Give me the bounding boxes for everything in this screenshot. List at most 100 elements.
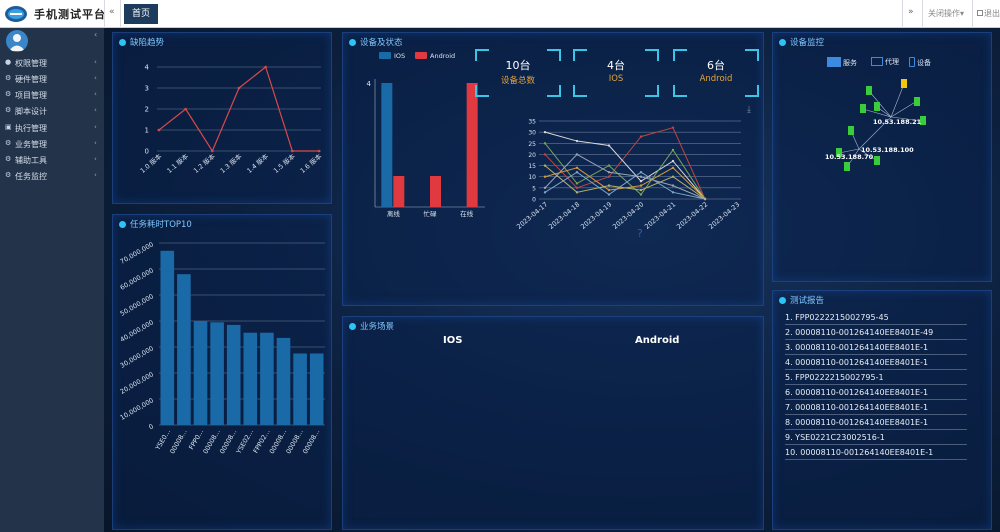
legend-proxy: 代理 [871,57,899,67]
data-point [607,184,611,187]
divider [120,0,121,28]
divider [902,0,903,28]
data-point [575,139,579,143]
data-point [671,166,675,169]
device-node[interactable] [874,156,880,165]
monitor-icon [871,57,883,66]
device-node[interactable] [866,86,872,95]
close-operations-dropdown[interactable]: 关闭操作▾ [928,8,964,19]
sidebar-item-label: 执行管理 [15,124,47,133]
y-tick-label: 5 [532,185,536,192]
stat-ios-devices: 4台 IOS [573,49,659,97]
y-tick-label: 20,000,000 [119,370,155,396]
device-node[interactable] [901,79,907,88]
x-tick-label: 1.2 版本 [191,151,217,175]
x-tick-label: 忙碌 [424,209,438,218]
data-point [543,175,547,178]
tab-next-button[interactable]: » [908,7,914,17]
stat-label: Android [699,74,733,84]
report-item[interactable]: 7. 00008110-001264140EE8401E-1 [785,401,967,415]
daily-usage-line-chart: 051015202530352023-04-172023-04-182023-0… [515,119,741,231]
sidebar-item-hardware[interactable]: ⚙ 硬件管理 ‹ [0,71,104,87]
sidebar-item-scripts[interactable]: ⚙ 脚本设计 ‹ [0,103,104,119]
bar [430,176,441,207]
avatar[interactable] [6,30,28,52]
device-topology-graph: 10.53.188.21 10.53.188.100 10.53.188.70 [825,79,926,171]
data-point [639,179,643,183]
y-tick-label: 4 [145,64,150,72]
data-point [237,86,241,90]
sidebar-item-permissions[interactable]: ● 权限管理 ‹ [0,55,104,71]
server-icon [827,57,841,67]
device-node[interactable] [860,104,866,113]
bar [466,83,478,207]
sidebar-item-label: 业务管理 [15,140,47,149]
data-point [607,164,611,167]
device-node[interactable] [844,162,850,171]
report-item[interactable]: 5. FPP0222215002795-1 [785,371,967,385]
report-item[interactable]: 4. 00008110-001264140EE8401E-1 [785,356,967,370]
logout-icon [977,10,983,16]
bar [381,83,393,207]
report-item[interactable]: 6. 00008110-001264140EE8401E-1 [785,386,967,400]
bar [210,322,224,425]
data-point [543,130,547,134]
data-point [291,149,294,153]
data-point [639,193,643,196]
x-tick-label: 1.3 版本 [218,151,244,175]
x-tick-label: 1.1 版本 [165,151,191,175]
top-bar: 手机测试平台 « 首页 » 关闭操作▾ 退出 [0,0,1000,28]
report-item[interactable]: 1. FPP0222215002795-45 [785,311,967,325]
sidebar-item-business[interactable]: ⚙ 业务管理 ‹ [0,136,104,152]
data-point [671,175,675,178]
scene-android-label: Android [635,335,680,346]
device-node[interactable] [848,126,854,135]
y-tick-label: 2 [145,106,149,114]
device-node[interactable] [914,97,920,106]
panel-title: 设备监控 [779,37,824,49]
bar [160,250,175,425]
tab-home[interactable]: 首页 [124,4,158,24]
data-point [703,197,707,201]
sidebar-item-label: 辅助工具 [15,156,47,165]
panel-title: 业务场景 [349,321,394,333]
tab-prev-button[interactable]: « [109,7,115,17]
data-point [575,171,579,174]
sidebar-collapse-button[interactable]: ‹ [94,30,97,39]
sidebar-item-task-monitor[interactable]: ⚙ 任务监控 ‹ [0,168,104,184]
data-point [184,107,187,111]
y-tick-label: 10,000,000 [119,396,155,422]
logo-icon [5,6,27,22]
sidebar-item-tools[interactable]: ⚙ 辅助工具 ‹ [0,152,104,168]
chevron-left-icon: ‹ [94,123,97,131]
data-point [575,186,579,190]
divider [972,0,973,28]
logout-button[interactable]: 退出 [977,8,1000,19]
sidebar-item-execution[interactable]: ▣ 执行管理 ‹ [0,120,104,136]
y-tick-label: 60,000,000 [119,266,155,292]
help-icon: ? [637,227,643,240]
device-monitor-panel: 设备监控 服务 代理 设备 10.53.188.21 10.53.188.100… [772,32,992,282]
y-tick-label: 35 [528,119,536,126]
sidebar-item-projects[interactable]: ⚙ 项目管理 ‹ [0,87,104,103]
x-tick-label: 离线 [387,209,401,218]
bar [260,332,274,425]
data-point [543,164,547,167]
legend-label: IOS [394,52,405,60]
stat-total-devices: 10台 设备总数 [475,49,561,97]
data-point [671,148,675,152]
gear-icon: ⚙ [5,139,12,147]
data-point [575,166,579,169]
device-node[interactable] [874,102,880,111]
stat-value: 6台 [707,59,725,72]
y-tick-label: 0 [145,148,149,156]
report-item[interactable]: 2. 00008110-001264140EE8401E-49 [785,326,967,340]
chevron-left-icon: ‹ [94,90,97,98]
phone-icon [909,57,915,67]
report-item[interactable]: 10. 00008110-001264140EE8401E-1 [785,446,967,460]
report-item[interactable]: 9. YSE0221C23002516-1 [785,431,967,445]
report-item[interactable]: 8. 00008110-001264140EE8401E-1 [785,416,967,430]
data-point [639,171,643,174]
report-item[interactable]: 3. 00008110-001264140EE8401E-1 [785,341,967,355]
device-status-bar-chart: IOS Android 4 离线 忙碌 在线 [367,52,485,218]
